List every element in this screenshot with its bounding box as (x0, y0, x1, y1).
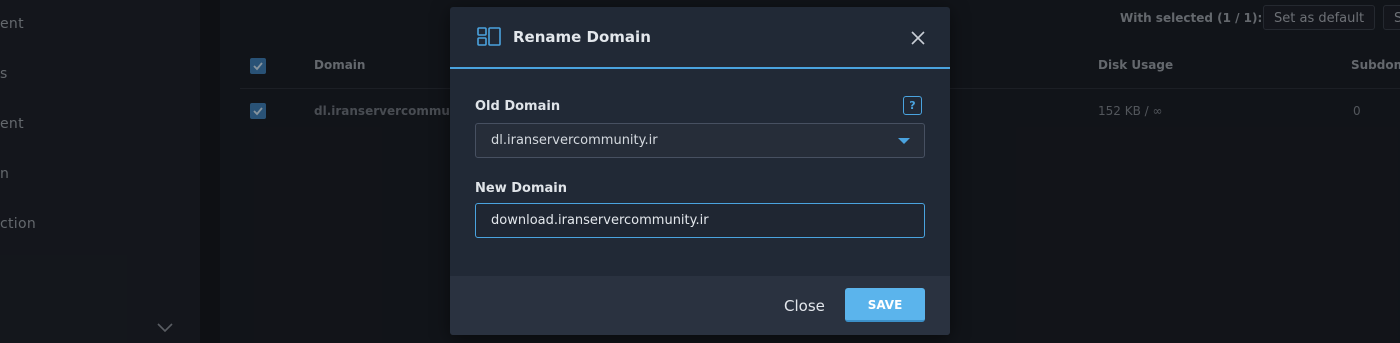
new-domain-label: New Domain (475, 181, 567, 196)
help-icon[interactable]: ? (903, 96, 922, 115)
modal-title: Rename Domain (513, 28, 651, 46)
new-domain-input[interactable] (475, 203, 925, 238)
old-domain-value: dl.iranservercommunity.ir (491, 133, 658, 148)
close-icon[interactable] (909, 29, 927, 47)
chevron-down-icon (898, 138, 910, 144)
close-button[interactable]: Close (784, 297, 825, 315)
domain-icon (477, 27, 501, 46)
save-button[interactable]: SAVE (845, 288, 925, 322)
old-domain-select[interactable]: dl.iranservercommunity.ir (475, 123, 925, 158)
modal-header: Rename Domain (450, 7, 950, 69)
modal-footer: Close SAVE (450, 276, 950, 335)
old-domain-label: Old Domain (475, 99, 561, 114)
rename-domain-modal: Rename Domain Old Domain ? dl.iranserver… (450, 7, 950, 335)
